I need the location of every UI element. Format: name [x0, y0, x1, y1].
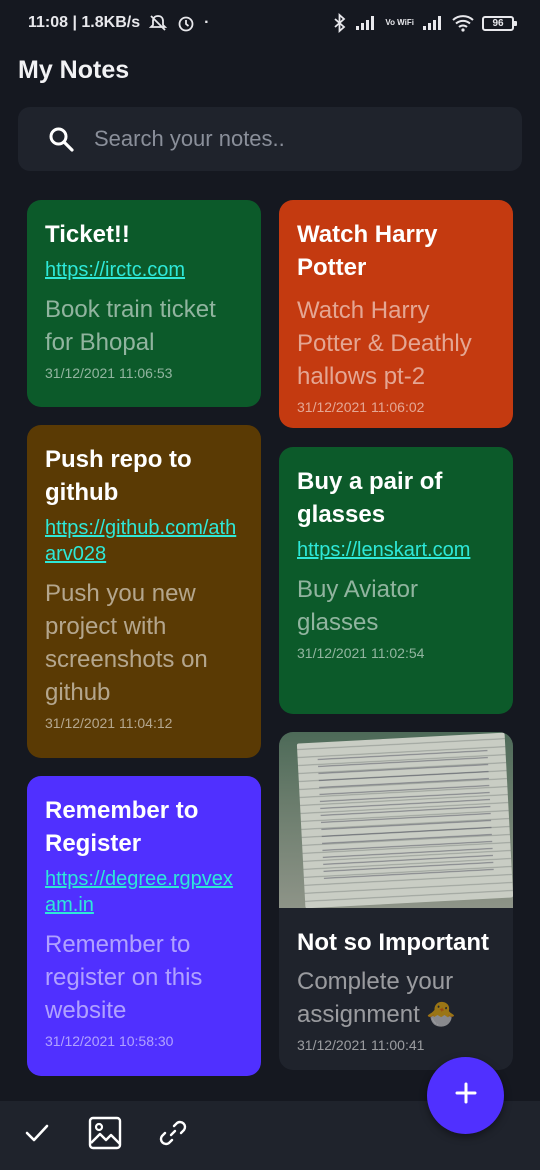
note-date: 31/12/2021 11:06:53: [45, 365, 173, 381]
note-link[interactable]: https://github.com/atharv028: [45, 515, 243, 567]
link-icon: [158, 1118, 188, 1153]
add-link-button[interactable]: [156, 1119, 190, 1153]
image-icon: [88, 1116, 122, 1155]
note-link[interactable]: https://lenskart.com: [297, 537, 495, 563]
note-date: 31/12/2021 11:06:02: [297, 399, 425, 415]
note-body: Buy Aviator glasses: [297, 576, 418, 636]
notebook-photo: [296, 732, 513, 908]
note-title: Remember to Register: [45, 797, 199, 857]
note-card[interactable]: Push repo to github https://github.com/a…: [27, 425, 261, 758]
bluetooth-icon: [333, 13, 347, 33]
note-title: Watch Harry Potter: [297, 221, 438, 281]
wifi-icon: [452, 14, 474, 32]
note-title: Buy a pair of glasses: [297, 468, 443, 528]
status-dot: ·: [204, 14, 210, 31]
note-card[interactable]: Buy a pair of glasses https://lenskart.c…: [279, 447, 513, 714]
note-body: Remember to register on this website: [45, 931, 203, 1024]
vowifi-label: Vo WiFi: [385, 18, 414, 27]
note-body: Book train ticket for Bhopal: [45, 296, 216, 356]
battery-icon: 96: [482, 15, 517, 31]
page-title: My Notes: [18, 56, 130, 84]
plus-icon: [454, 1081, 478, 1110]
note-body: Complete your assignment 🐣: [297, 968, 457, 1028]
note-card[interactable]: Remember to Register https://degree.rgpv…: [27, 776, 261, 1076]
signal-icon: [422, 15, 444, 31]
note-body: Push you new project with screenshots on…: [45, 580, 208, 706]
note-title: Ticket!!: [45, 221, 130, 248]
note-card[interactable]: Not so Important Complete your assignmen…: [279, 732, 513, 1070]
note-date: 31/12/2021 11:00:41: [297, 1037, 425, 1053]
note-date: 31/12/2021 10:58:30: [45, 1033, 174, 1049]
note-date: 31/12/2021 11:02:54: [297, 645, 425, 661]
search-icon: [48, 126, 74, 152]
status-time-speed: 11:08 | 1.8KB/s: [28, 14, 141, 31]
alarm-icon: [176, 13, 196, 33]
note-title: Push repo to github: [45, 446, 192, 506]
mute-notifications-icon: [148, 13, 168, 33]
signal-icon: [355, 15, 377, 31]
note-card[interactable]: Ticket!! https://irctc.com Book train ti…: [27, 200, 261, 407]
check-icon: [23, 1119, 51, 1152]
note-image: [279, 732, 513, 908]
note-card[interactable]: Watch Harry Potter Watch Harry Potter & …: [279, 200, 513, 428]
add-image-button[interactable]: [88, 1116, 122, 1155]
search-input[interactable]: [94, 126, 484, 152]
note-title: Not so Important: [297, 929, 489, 956]
note-link[interactable]: https://irctc.com: [45, 257, 243, 283]
search-bar[interactable]: [18, 107, 522, 171]
note-link[interactable]: https://degree.rgpvexam.in: [45, 866, 243, 918]
add-note-button[interactable]: [427, 1057, 504, 1134]
note-date: 31/12/2021 11:04:12: [45, 715, 173, 731]
note-body: Watch Harry Potter & Deathly hallows pt-…: [297, 297, 472, 390]
status-bar: 11:08 | 1.8KB/s · Vo WiFi 96: [0, 0, 540, 46]
check-button[interactable]: [20, 1119, 54, 1153]
